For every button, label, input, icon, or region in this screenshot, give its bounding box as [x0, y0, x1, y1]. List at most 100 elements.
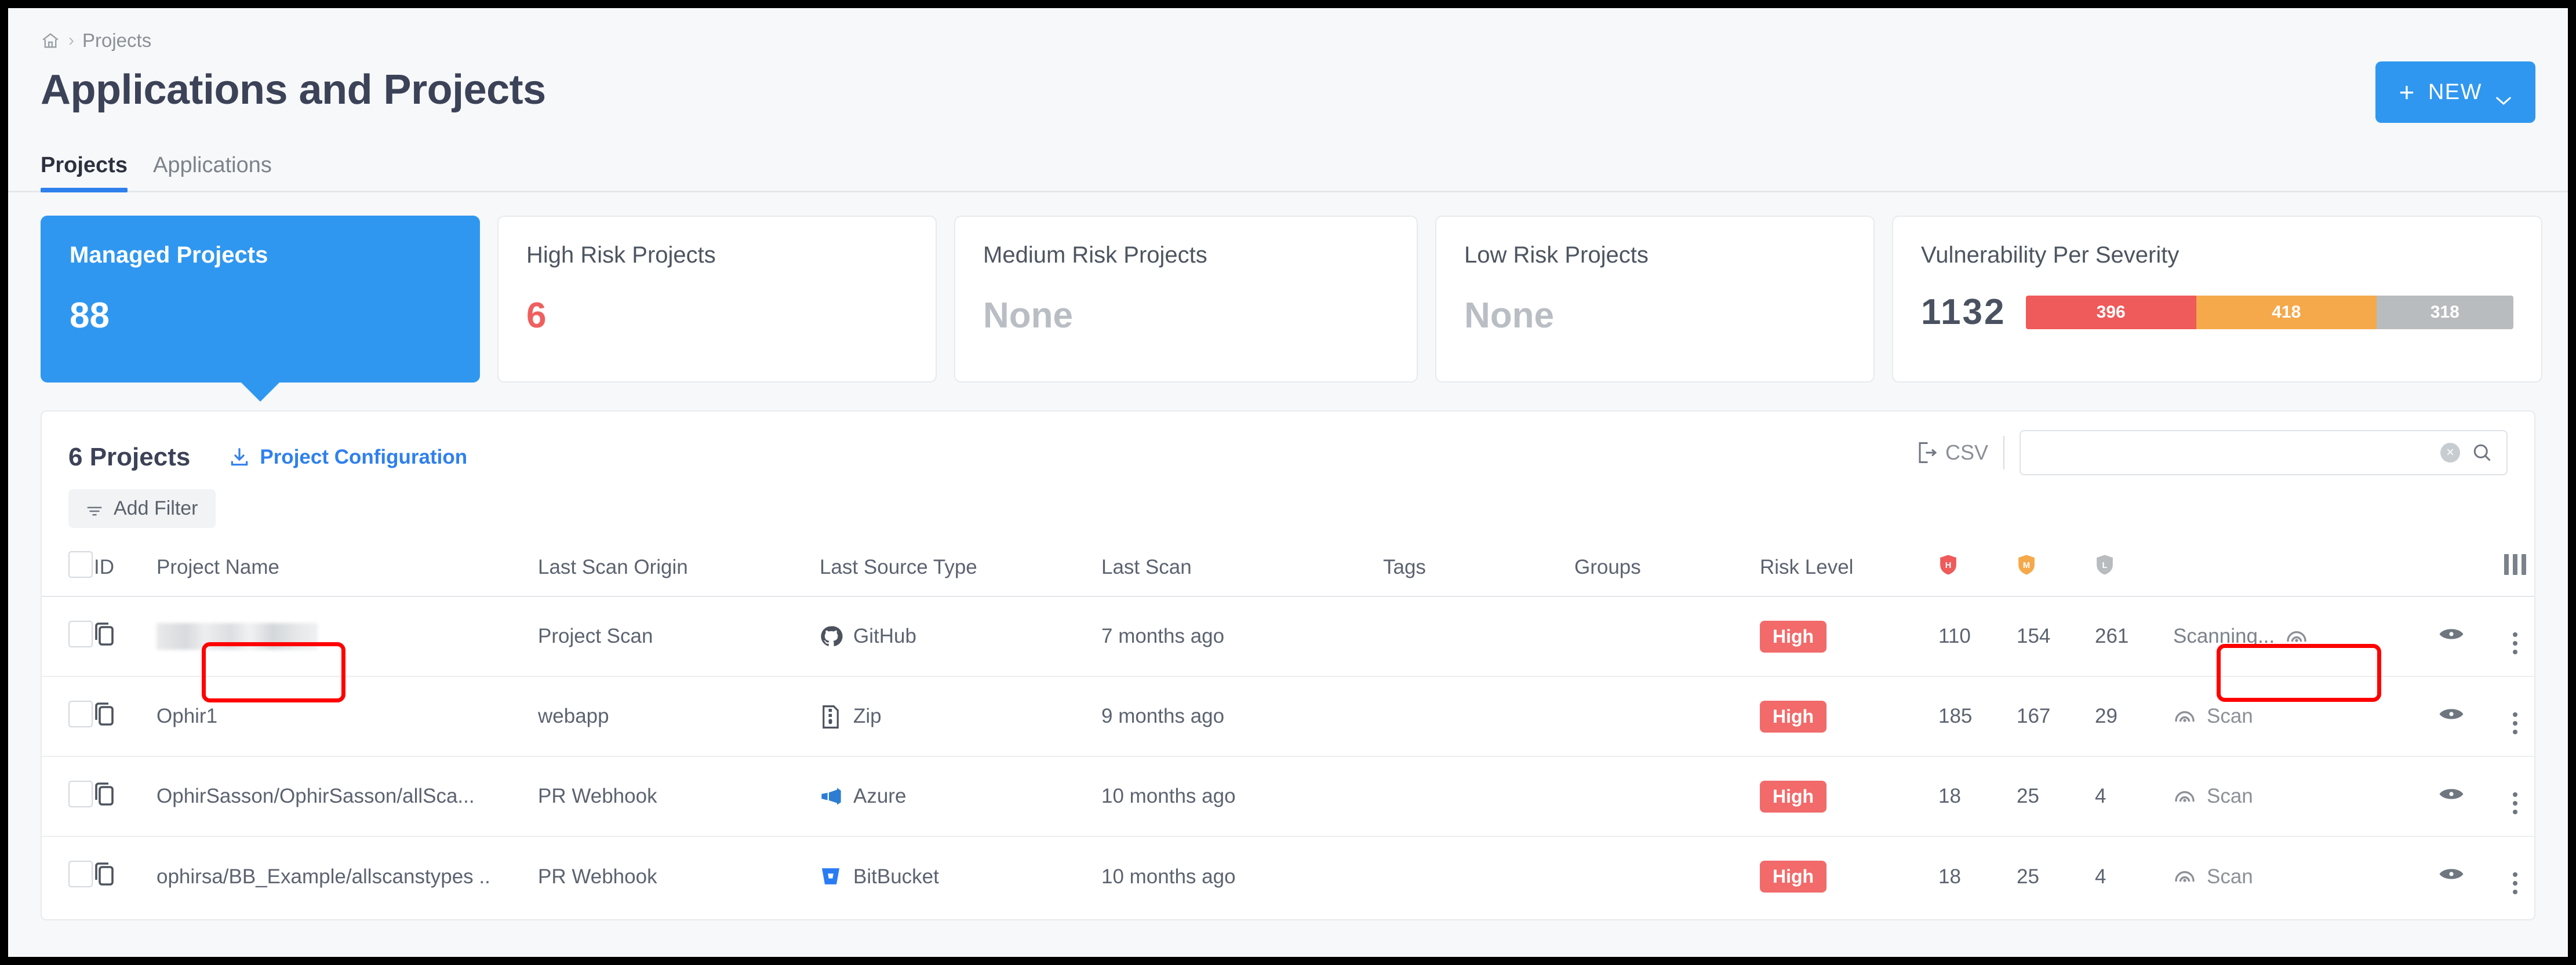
row-project-name-cell[interactable] [157, 596, 538, 676]
card-vulnerability-per-severity[interactable]: Vulnerability Per Severity 1132 396 418 31… [1892, 216, 2542, 383]
toolbar-right: CSV × [1916, 430, 2508, 475]
row-watch-cell[interactable] [2417, 836, 2486, 916]
eye-icon[interactable] [2438, 785, 2465, 808]
card-value: 88 [70, 296, 110, 336]
tab-projects[interactable]: Projects [41, 153, 128, 192]
eye-icon[interactable] [2438, 865, 2465, 888]
th-last-scan-origin[interactable]: Last Scan Origin [538, 541, 820, 596]
table-row[interactable]: OphirSasson/OphirSasson/allSca... PR Webh… [42, 756, 2534, 836]
card-managed-projects[interactable]: Managed Projects 88 [41, 216, 480, 402]
row-menu-cell[interactable] [2486, 836, 2534, 916]
th-last-source-type[interactable]: Last Source Type [820, 541, 1101, 596]
card-medium-risk-projects[interactable]: Medium Risk Projects None [954, 216, 1418, 383]
row-checkbox[interactable] [68, 700, 93, 727]
th-severity-low[interactable]: L [2095, 541, 2173, 596]
scan-button[interactable]: Scan [2173, 702, 2417, 731]
card-high-risk-projects[interactable]: High Risk Projects 6 [497, 216, 937, 383]
row-id-cell [94, 756, 157, 836]
row-project-name-cell[interactable]: Ophir1 [157, 676, 538, 756]
th-last-scan[interactable]: Last Scan [1101, 541, 1383, 596]
search-box[interactable]: × [2020, 430, 2508, 475]
close-icon[interactable]: × [2440, 443, 2460, 463]
row-select-cell [42, 836, 94, 916]
row-project-name-cell[interactable]: OphirSasson/OphirSasson/allSca... [157, 756, 538, 836]
status-badge: High [1760, 861, 1827, 893]
project-configuration-link[interactable]: Project Configuration [228, 446, 467, 469]
kebab-menu-icon[interactable] [2513, 792, 2517, 814]
kebab-menu-icon[interactable] [2513, 632, 2517, 654]
row-menu-cell[interactable] [2486, 596, 2534, 676]
row-action-cell[interactable]: Scan [2173, 756, 2417, 836]
severity-segment-1[interactable]: 418 [2196, 295, 2377, 329]
row-origin-cell: webapp [538, 676, 820, 756]
row-checkbox[interactable] [68, 780, 93, 807]
row-watch-cell[interactable] [2417, 676, 2486, 756]
row-origin-cell: PR Webhook [538, 756, 820, 836]
copy-icon[interactable] [94, 621, 117, 647]
copy-icon[interactable] [94, 781, 117, 807]
project-name-label[interactable]: Ophir1 [157, 705, 217, 727]
tab-applications[interactable]: Applications [153, 153, 272, 191]
row-action-cell[interactable]: Scanning... [2173, 596, 2417, 676]
table-row[interactable]: Ophir1 webapp Zip 9 months ago High 185 167 29 S… [42, 676, 2534, 756]
severity-segment-2[interactable]: 318 [2376, 295, 2513, 329]
severity-segment-0[interactable]: 396 [2025, 295, 2196, 329]
row-watch-cell[interactable] [2417, 596, 2486, 676]
row-action-cell[interactable]: Scan [2173, 676, 2417, 756]
scan-button[interactable]: Scan [2173, 862, 2417, 891]
breadcrumb-separator: › [68, 31, 74, 50]
scan-button[interactable]: Scan [2173, 782, 2417, 811]
row-source-type-cell: GitHub [820, 596, 1101, 676]
copy-icon[interactable] [94, 861, 117, 887]
th-groups[interactable]: Groups [1574, 541, 1760, 596]
project-name-label[interactable]: OphirSasson/OphirSasson/allSca... [157, 785, 475, 807]
project-name-label[interactable]: ophirsa/BB_Example/allscanstypes .. [157, 865, 490, 888]
th-columns-settings[interactable] [2486, 541, 2534, 596]
kebab-menu-icon[interactable] [2513, 872, 2517, 894]
csv-export-button[interactable]: CSV [1916, 440, 2003, 465]
table-row[interactable]: Project Scan GitHub 7 months ago High 110 154… [42, 596, 2534, 676]
shield-high-icon: H [1940, 555, 1956, 574]
row-menu-cell[interactable] [2486, 676, 2534, 756]
row-high-count-cell: 110 [1938, 596, 2017, 676]
scan-label: Scan [2207, 865, 2253, 888]
chevron-down-icon [2495, 87, 2512, 105]
th-severity-medium[interactable]: M [2017, 541, 2095, 596]
row-low-count-cell: 261 [2095, 596, 2173, 676]
row-menu-cell[interactable] [2486, 756, 2534, 836]
copy-icon[interactable] [94, 701, 117, 727]
eye-icon[interactable] [2438, 705, 2465, 728]
eye-icon[interactable] [2438, 625, 2465, 648]
table-row[interactable]: ophirsa/BB_Example/allscanstypes .. PR We… [42, 836, 2534, 916]
search-input[interactable] [2021, 431, 2506, 474]
radar-icon [2173, 702, 2196, 731]
select-all-checkbox[interactable] [68, 551, 93, 578]
th-id[interactable]: ID [94, 541, 157, 596]
origin-label: Project Scan [538, 625, 653, 647]
azure-devops-icon [820, 785, 843, 808]
origin-label: PR Webhook [538, 785, 657, 807]
th-severity-high[interactable]: H [1938, 541, 2017, 596]
th-tags[interactable]: Tags [1383, 541, 1574, 596]
kebab-menu-icon[interactable] [2513, 712, 2517, 734]
row-low-count-cell: 4 [2095, 836, 2173, 916]
breadcrumb-current[interactable]: Projects [82, 30, 151, 52]
row-select-cell [42, 676, 94, 756]
row-tags-cell [1383, 836, 1574, 916]
th-risk-level[interactable]: Risk Level [1760, 541, 1938, 596]
row-id-cell [94, 676, 157, 756]
th-project-name[interactable]: Project Name [157, 541, 538, 596]
row-action-cell[interactable]: Scan [2173, 836, 2417, 916]
row-checkbox[interactable] [68, 861, 93, 887]
card-low-risk-projects[interactable]: Low Risk Projects None [1435, 216, 1875, 383]
new-button[interactable]: + NEW [2375, 61, 2535, 123]
row-project-name-cell[interactable]: ophirsa/BB_Example/allscanstypes .. [157, 836, 538, 916]
row-checkbox[interactable] [68, 620, 93, 647]
row-risk-cell: High [1760, 756, 1938, 836]
home-icon[interactable] [41, 31, 60, 50]
columns-settings-icon[interactable] [2504, 554, 2526, 575]
radar-icon [2285, 622, 2308, 651]
add-filter-button[interactable]: Add Filter [68, 489, 216, 528]
search-icon[interactable] [2472, 442, 2493, 463]
row-watch-cell[interactable] [2417, 756, 2486, 836]
